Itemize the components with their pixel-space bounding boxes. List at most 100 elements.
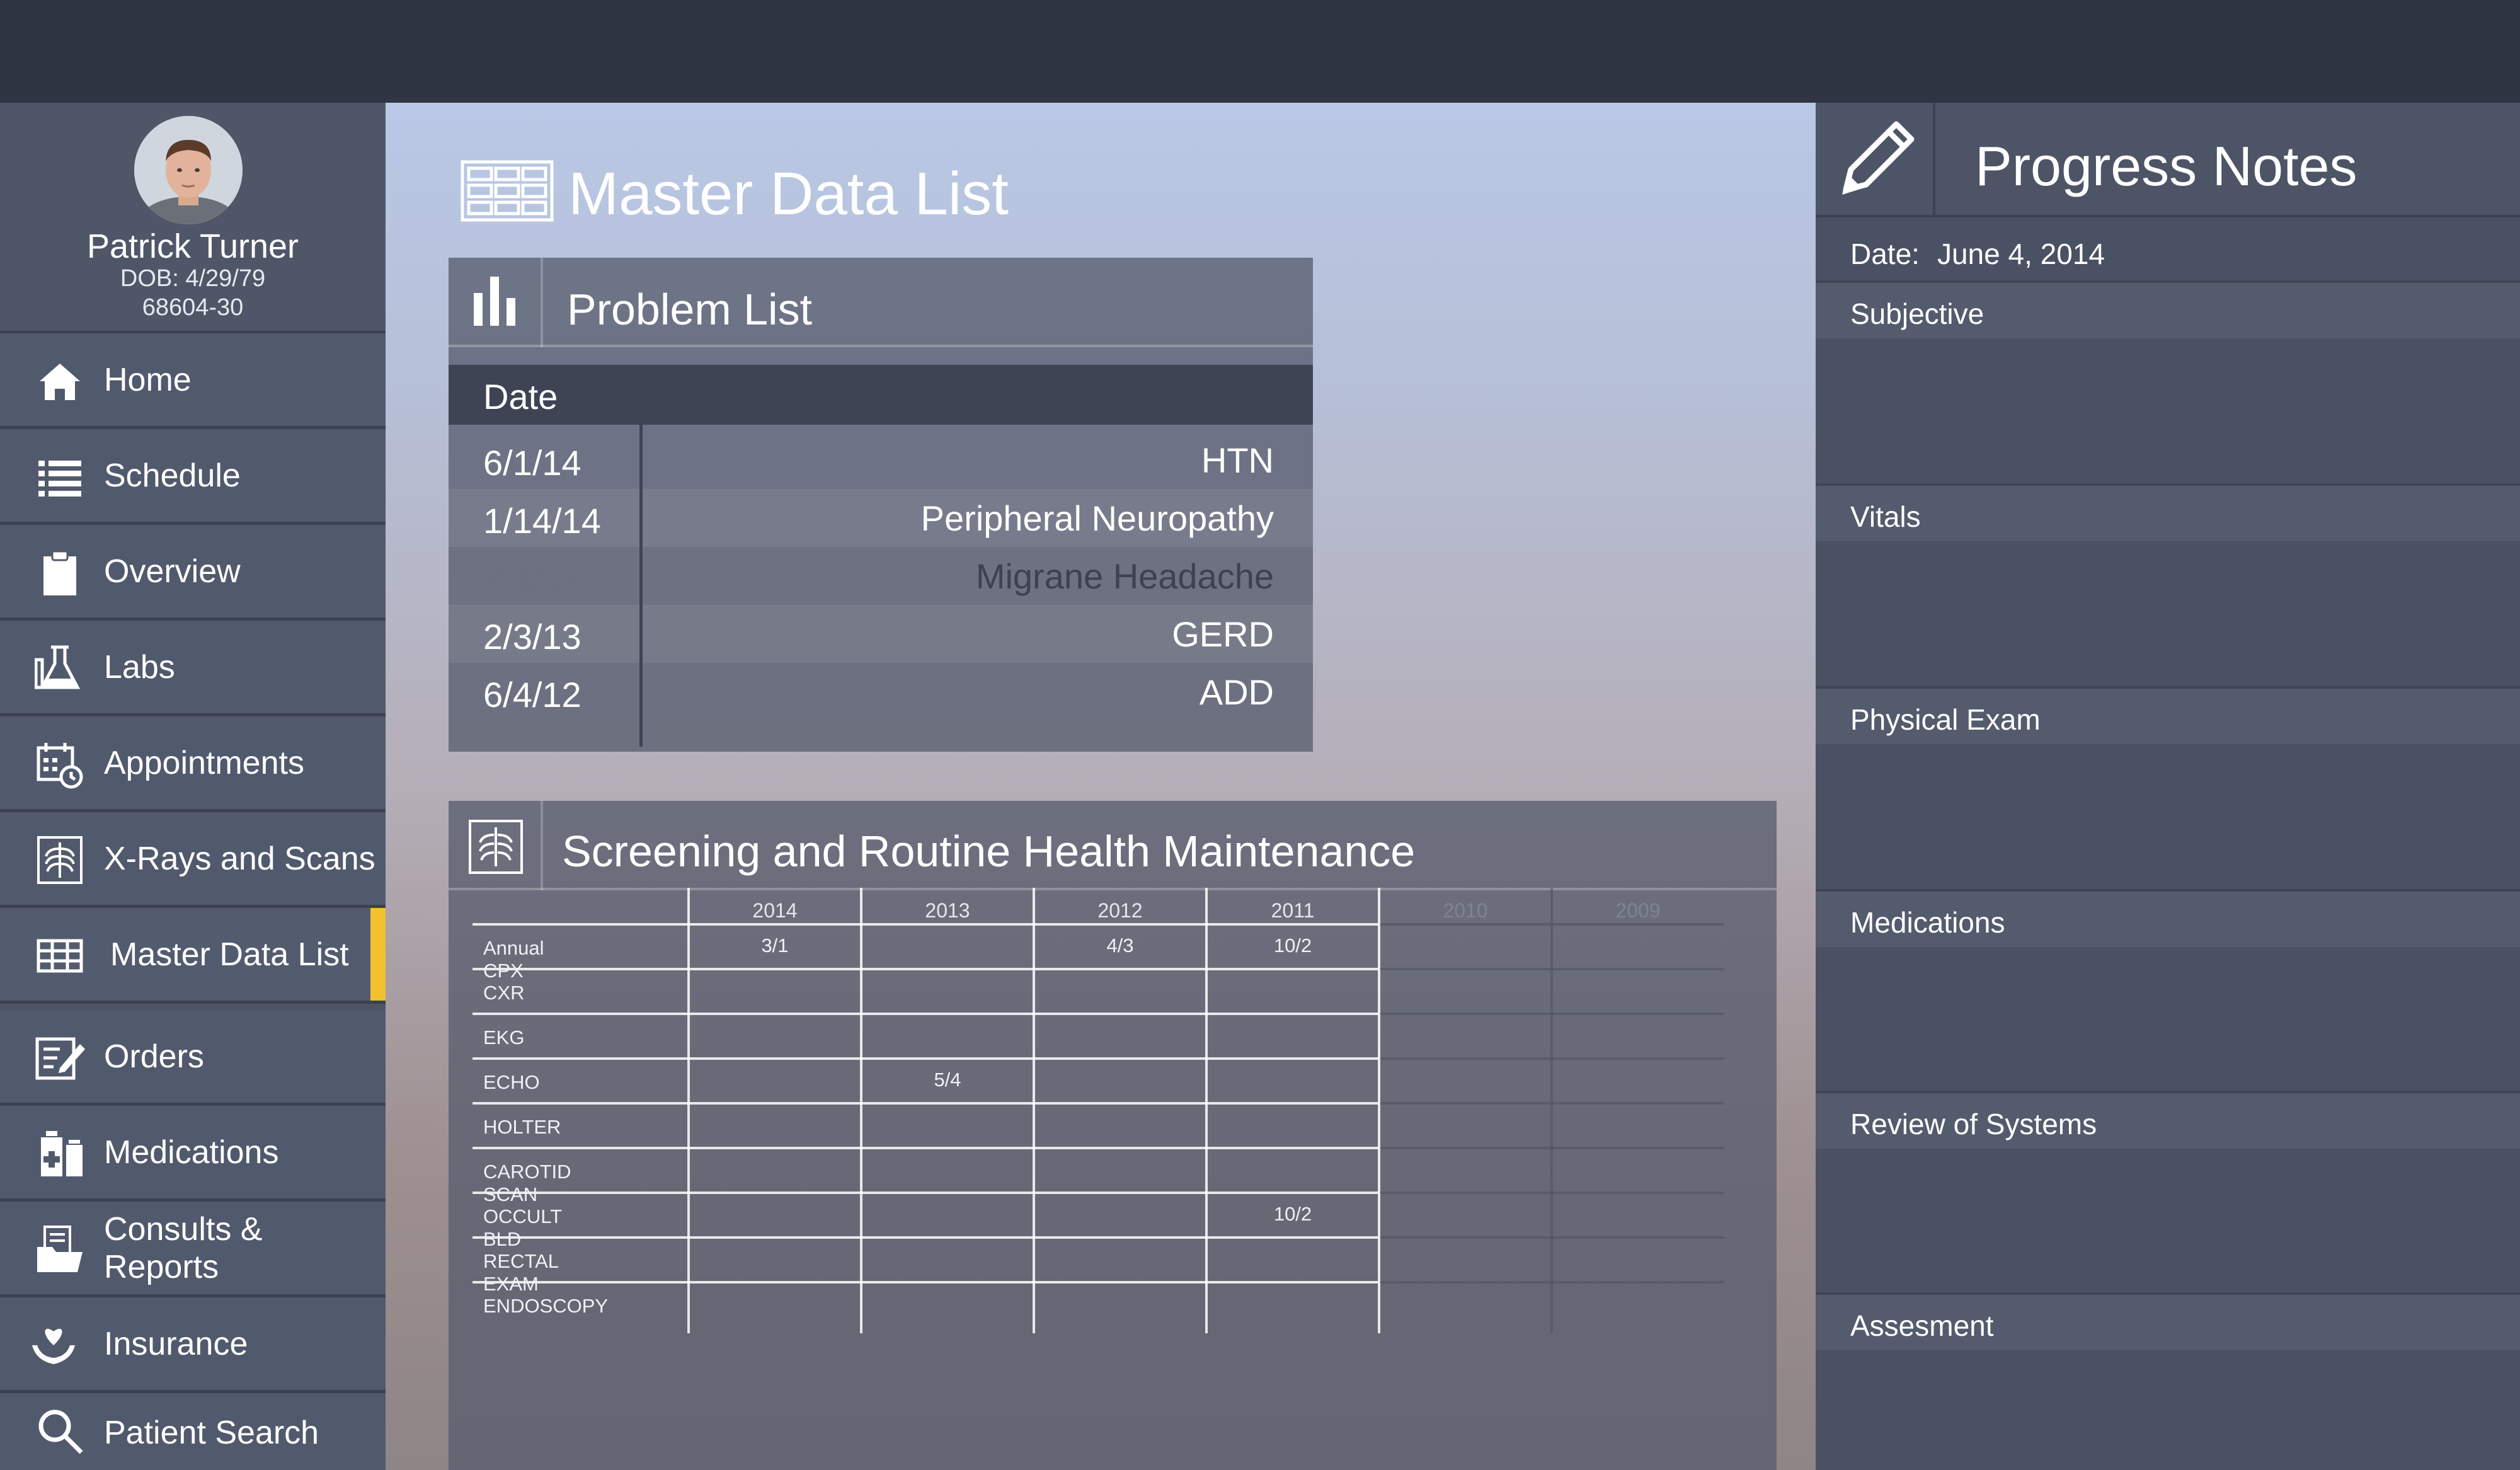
screening-panel: Screening and Routine Health Maintenance… bbox=[449, 801, 1777, 1470]
problem-date: 6/1/14 bbox=[483, 443, 581, 483]
screening-cell[interactable]: 5/4 bbox=[861, 1069, 1034, 1091]
screening-row-label: OCCULT BLD bbox=[483, 1205, 562, 1250]
table-row[interactable]: 2/3/13 GERD bbox=[449, 605, 1313, 663]
nav-orders[interactable]: Orders bbox=[0, 1010, 386, 1106]
date-column-header: Date bbox=[483, 377, 558, 416]
column-divider bbox=[1550, 888, 1553, 1333]
nav-medications[interactable]: Medications bbox=[0, 1106, 386, 1202]
calendar-icon bbox=[37, 743, 83, 789]
patient-name: Patrick Turner bbox=[86, 227, 299, 265]
screening-row-label: ECHO bbox=[483, 1071, 540, 1093]
row-divider bbox=[472, 1147, 1379, 1149]
nav-labs[interactable]: Labs bbox=[0, 621, 386, 716]
main-content: Master Data List Problem List Date 6/1/1… bbox=[386, 103, 1816, 1470]
row-divider bbox=[472, 923, 1379, 926]
year-column-header: 2010 bbox=[1443, 899, 1488, 922]
patient-avatar bbox=[134, 116, 243, 224]
section-assesment[interactable]: Assesment bbox=[1816, 1292, 2520, 1350]
screening-row-label: ENDOSCOPY bbox=[483, 1295, 609, 1317]
top-bar bbox=[0, 0, 2520, 103]
nav-appointments[interactable]: Appointments bbox=[0, 716, 386, 812]
folder-icon bbox=[37, 1226, 83, 1272]
screening-row-label: CAROTID SCAN bbox=[483, 1161, 571, 1205]
edit-icon bbox=[35, 1037, 85, 1080]
screening-row-label: RECTAL EXAM bbox=[483, 1250, 558, 1295]
screening-row-label: EKG bbox=[483, 1026, 525, 1048]
section-label: Assesment bbox=[1850, 1309, 1994, 1342]
xray-icon bbox=[37, 836, 83, 884]
section-physical-exam[interactable]: Physical Exam bbox=[1816, 686, 2520, 744]
section-medications[interactable]: Medications bbox=[1816, 889, 2520, 947]
medications-field[interactable] bbox=[1816, 947, 2520, 1091]
screening-cell[interactable]: 10/2 bbox=[1206, 1203, 1379, 1226]
physical-exam-field[interactable] bbox=[1816, 744, 2520, 889]
patient-dob: DOB: 4/29/79 bbox=[120, 265, 266, 292]
subjective-field[interactable] bbox=[1816, 338, 2520, 483]
section-vitals[interactable]: Vitals bbox=[1816, 483, 2520, 541]
nav-consults-reports[interactable]: Consults & Reports bbox=[0, 1202, 386, 1297]
nav-schedule[interactable]: Schedule bbox=[0, 429, 386, 525]
section-label: Physical Exam bbox=[1850, 703, 2041, 736]
sidebar: Patrick Turner DOB: 4/29/79 68604-30 Hom… bbox=[0, 103, 386, 1470]
table-row[interactable]: 6/1/14 HTN bbox=[449, 431, 1313, 489]
column-divider bbox=[639, 365, 643, 747]
nav-master-data-list[interactable]: Master Data List bbox=[0, 908, 386, 1004]
nav-label: Orders bbox=[104, 1038, 204, 1075]
nav-label: Overview bbox=[104, 553, 241, 590]
row-divider bbox=[472, 968, 1379, 970]
nav-patient-search[interactable]: Patient Search bbox=[0, 1393, 386, 1470]
nav-label: Insurance bbox=[104, 1325, 248, 1362]
screening-cell[interactable]: 4/3 bbox=[1034, 934, 1206, 957]
review-of-systems-field[interactable] bbox=[1816, 1149, 2520, 1292]
grid-icon bbox=[37, 939, 83, 973]
nav-label: Medications bbox=[104, 1134, 279, 1171]
nav-label: Master Data List bbox=[110, 936, 349, 973]
problem-date: 6/4/12 bbox=[483, 675, 581, 715]
patient-id: 68604-30 bbox=[142, 294, 244, 321]
grid-icon bbox=[461, 160, 554, 222]
nav-overview[interactable]: Overview bbox=[0, 525, 386, 621]
flask-icon bbox=[35, 645, 81, 689]
year-column-header: 2009 bbox=[1615, 899, 1661, 922]
section-subjective[interactable]: Subjective bbox=[1816, 280, 2520, 338]
section-review-of-systems[interactable]: Review of Systems bbox=[1816, 1091, 2520, 1149]
medicine-icon bbox=[41, 1131, 83, 1176]
screening-row-label: Annual CPX bbox=[483, 937, 544, 982]
screening-cell[interactable]: 3/1 bbox=[689, 934, 861, 957]
screening-header: Screening and Routine Health Maintenance bbox=[449, 801, 1777, 890]
nav-insurance[interactable]: Insurance bbox=[0, 1297, 386, 1393]
problem-name: HTN bbox=[1201, 440, 1274, 480]
nav-label: Patient Search bbox=[104, 1414, 319, 1451]
progress-notes-panel: Progress Notes Date: June 4, 2014 Subject… bbox=[1816, 103, 2520, 1470]
nav-label: Appointments bbox=[104, 744, 304, 781]
date-label: Date: bbox=[1850, 238, 1920, 270]
row-divider bbox=[472, 1102, 1379, 1105]
problem-name: Migrane Headache bbox=[975, 556, 1274, 596]
table-row[interactable]: 7/4/13 Migrane Headache bbox=[449, 547, 1313, 605]
page-title: Master Data List bbox=[568, 160, 1009, 227]
screening-row-label: CXR bbox=[483, 982, 525, 1004]
screening-cell[interactable]: 10/2 bbox=[1206, 934, 1379, 957]
pencil-icon[interactable] bbox=[1816, 103, 1935, 217]
nav-xrays[interactable]: X-Rays and Scans bbox=[0, 812, 386, 908]
home-icon bbox=[40, 364, 80, 400]
vitals-field[interactable] bbox=[1816, 541, 2520, 686]
row-divider bbox=[472, 1236, 1379, 1239]
assesment-field[interactable] bbox=[1816, 1350, 2520, 1470]
problem-list-column-header: Date bbox=[449, 365, 1313, 425]
nav-label: X-Rays and Scans bbox=[104, 840, 375, 877]
table-row[interactable]: 6/4/12 ADD bbox=[449, 663, 1313, 721]
patient-profile: Patrick Turner DOB: 4/29/79 68604-30 bbox=[0, 103, 386, 333]
section-label: Review of Systems bbox=[1850, 1108, 2097, 1140]
table-row[interactable]: 1/14/14 Peripheral Neuropathy bbox=[449, 489, 1313, 547]
heart-hand-icon bbox=[32, 1328, 75, 1364]
problem-name: GERD bbox=[1172, 614, 1274, 654]
year-column-header: 2011 bbox=[1271, 899, 1315, 922]
nav-home[interactable]: Home bbox=[0, 333, 386, 429]
problem-list-title: Problem List bbox=[567, 285, 813, 334]
problem-list-panel: Problem List Date 6/1/14 HTN 1/14/14 Per… bbox=[449, 258, 1313, 752]
problem-date: 2/3/13 bbox=[483, 617, 581, 657]
row-divider bbox=[472, 1013, 1379, 1015]
problem-list-header: Problem List bbox=[449, 258, 1313, 347]
row-divider bbox=[472, 1057, 1379, 1060]
